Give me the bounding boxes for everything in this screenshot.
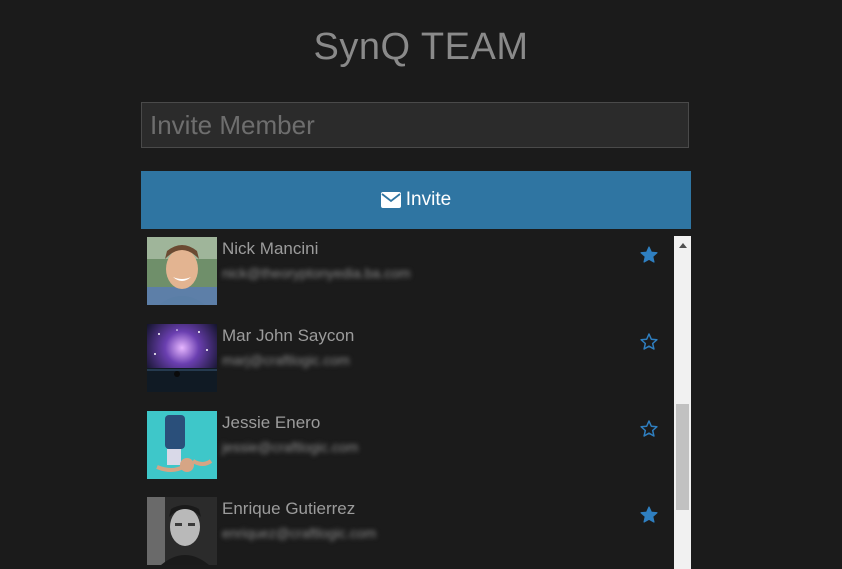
- member-item-nick-mancini[interactable]: Nick Mancini nick@theoryptonyedia.ba.com: [147, 237, 667, 307]
- member-name: Jessie Enero: [222, 413, 321, 432]
- member-email: nick@theoryptonyedia.ba.com: [222, 265, 411, 281]
- member-email: marj@craftlogic.com: [222, 352, 350, 368]
- member-name: Mar John Saycon: [222, 326, 355, 345]
- team-page: SynQ TEAM Invite Member Invite Nick Manc…: [0, 0, 842, 569]
- invite-member-input[interactable]: [141, 102, 689, 148]
- member-list: Nick Mancini nick@theoryptonyedia.ba.com: [141, 235, 691, 569]
- star-filled-icon[interactable]: [639, 505, 659, 525]
- member-list-scrollbar[interactable]: [674, 236, 691, 569]
- invite-button[interactable]: Invite: [141, 171, 691, 229]
- avatar: [147, 324, 217, 392]
- member-item-jessie-enero[interactable]: Jessie Enero jessie@craftlogic.com: [147, 411, 667, 481]
- avatar: [147, 237, 217, 305]
- avatar: [147, 411, 217, 479]
- member-email: enriquez@craftlogic.com: [222, 525, 377, 541]
- envelope-icon: [380, 192, 401, 208]
- invite-button-label: Invite: [405, 189, 452, 210]
- member-name: Nick Mancini: [222, 239, 319, 258]
- page-title: SynQ TEAM: [313, 26, 529, 68]
- member-name: Enrique Gutierrez: [222, 499, 356, 518]
- member-item-enrique-gutierrez[interactable]: Enrique Gutierrez enriquez@craftlogic.co…: [147, 497, 667, 567]
- star-outline-icon[interactable]: [639, 419, 659, 439]
- scrollbar-thumb[interactable]: [676, 404, 689, 510]
- member-item-mar-john-saycon[interactable]: Mar John Saycon marj@craftlogic.com: [147, 324, 667, 394]
- star-filled-icon[interactable]: [639, 245, 659, 265]
- member-email: jessie@craftlogic.com: [222, 439, 359, 455]
- scroll-up-arrow-icon[interactable]: [674, 236, 691, 253]
- star-outline-icon[interactable]: [639, 332, 659, 352]
- avatar: [147, 497, 217, 565]
